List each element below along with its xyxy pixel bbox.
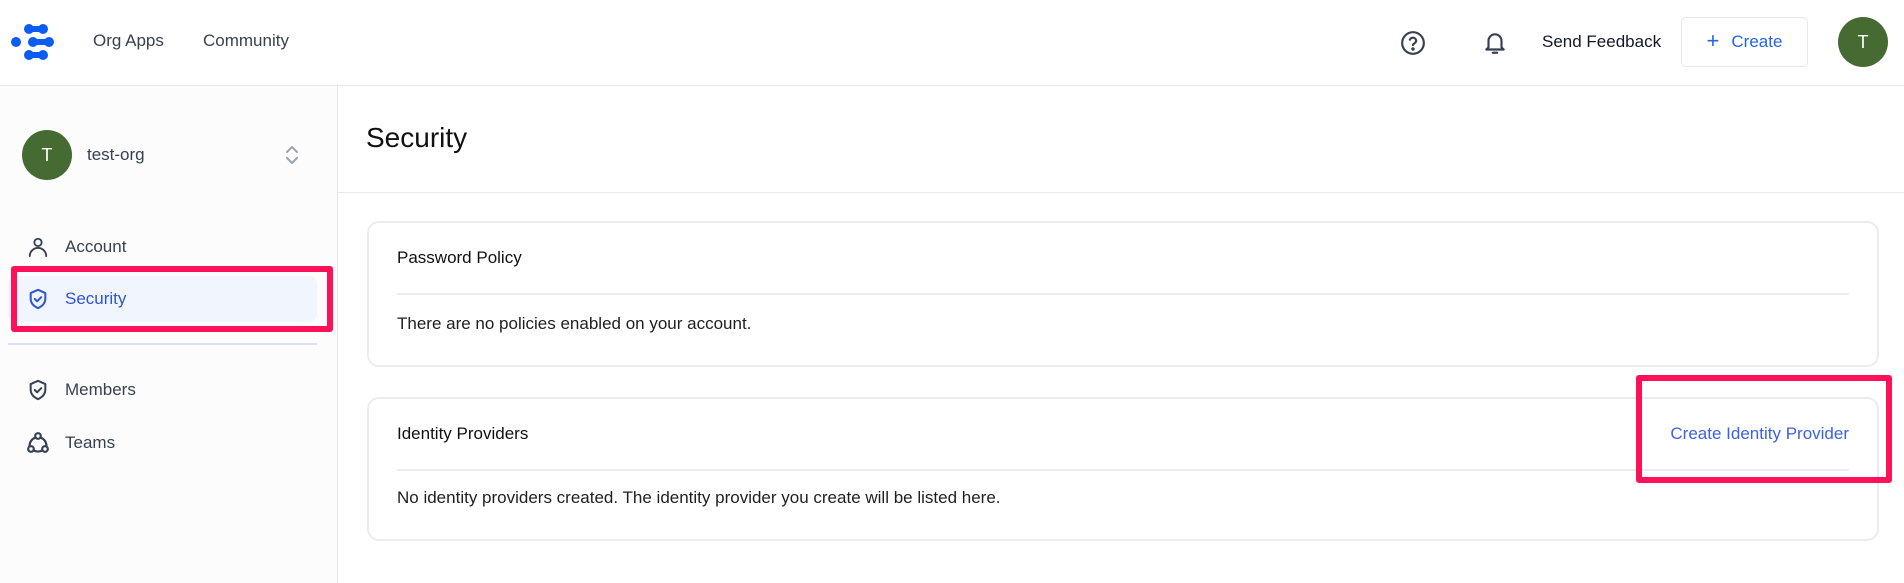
page-header: Security bbox=[338, 86, 1904, 193]
user-icon bbox=[26, 235, 50, 259]
sidebar-item-members[interactable]: Members bbox=[8, 367, 317, 413]
plus-icon: + bbox=[1706, 27, 1720, 53]
card-divider bbox=[397, 293, 1849, 295]
help-button[interactable] bbox=[1399, 29, 1427, 57]
sidebar-item-security[interactable]: Security bbox=[8, 276, 317, 322]
sidebar: T test-org Account Security Members Team… bbox=[0, 86, 338, 583]
main-content: Security Password Policy There are no po… bbox=[338, 86, 1904, 583]
bell-icon bbox=[1485, 33, 1505, 54]
password-policy-card: Password Policy There are no policies en… bbox=[367, 221, 1879, 367]
org-avatar-initial: T bbox=[41, 144, 53, 165]
sidebar-item-account[interactable]: Account bbox=[8, 224, 317, 270]
shield-check-icon bbox=[26, 378, 50, 402]
page-title: Security bbox=[366, 122, 468, 153]
card-title: Password Policy bbox=[397, 248, 522, 267]
chevron-up-down-icon bbox=[286, 146, 298, 164]
logo-icon bbox=[11, 24, 54, 60]
shield-check-icon bbox=[26, 287, 50, 311]
sidebar-item-label: Members bbox=[65, 380, 136, 399]
user-avatar[interactable]: T bbox=[1838, 17, 1888, 67]
create-button-label: Create bbox=[1731, 32, 1783, 51]
card-divider bbox=[397, 469, 1849, 471]
create-identity-provider-link[interactable]: Create Identity Provider bbox=[1670, 424, 1849, 444]
nav-org-apps[interactable]: Org Apps bbox=[93, 31, 164, 51]
create-button[interactable]: + Create bbox=[1681, 17, 1808, 67]
send-feedback-link[interactable]: Send Feedback bbox=[1542, 32, 1661, 52]
sidebar-item-teams[interactable]: Teams bbox=[8, 420, 317, 466]
user-avatar-initial: T bbox=[1857, 31, 1869, 52]
identity-providers-card: Identity Providers Create Identity Provi… bbox=[367, 397, 1879, 541]
nav-community[interactable]: Community bbox=[203, 31, 289, 51]
team-icon bbox=[26, 431, 50, 455]
notifications-button[interactable] bbox=[1481, 29, 1509, 57]
sidebar-divider bbox=[8, 343, 317, 345]
help-circle-icon bbox=[1401, 31, 1425, 55]
card-body-text: There are no policies enabled on your ac… bbox=[397, 314, 752, 333]
sidebar-item-label: Teams bbox=[65, 433, 116, 452]
org-switcher[interactable]: T test-org bbox=[22, 130, 306, 180]
org-name: test-org bbox=[87, 145, 145, 164]
top-header: Org Apps Community Send Feedback + Creat… bbox=[0, 0, 1904, 86]
card-title: Identity Providers bbox=[397, 424, 529, 443]
org-avatar: T bbox=[22, 130, 72, 180]
app-logo[interactable] bbox=[11, 24, 56, 60]
sidebar-item-label: Account bbox=[65, 237, 127, 256]
card-body-text: No identity providers created. The ident… bbox=[397, 488, 1001, 507]
sidebar-item-label: Security bbox=[65, 289, 127, 308]
